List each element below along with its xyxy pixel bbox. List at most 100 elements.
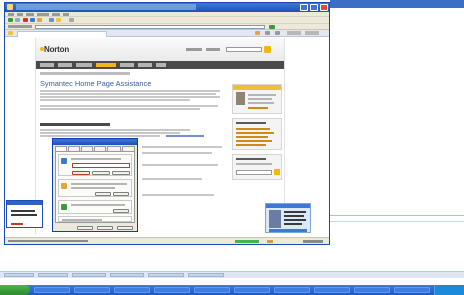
taskbar-item[interactable] bbox=[188, 273, 224, 277]
use-default-button[interactable] bbox=[92, 171, 110, 175]
star-icon[interactable] bbox=[56, 18, 61, 22]
task-button[interactable] bbox=[394, 287, 430, 293]
site-search-button[interactable] bbox=[264, 46, 271, 53]
print-icon[interactable] bbox=[69, 18, 74, 22]
related-link[interactable] bbox=[236, 140, 272, 142]
step-line bbox=[142, 178, 202, 180]
task-button[interactable] bbox=[274, 287, 310, 293]
site-nav bbox=[36, 61, 284, 69]
related-link[interactable] bbox=[236, 132, 274, 134]
minimize-button[interactable] bbox=[300, 4, 308, 11]
step-line bbox=[40, 129, 190, 131]
site-logo[interactable]: Norton bbox=[44, 45, 69, 54]
sidebar-search-input[interactable] bbox=[236, 170, 272, 175]
home-page-instructions bbox=[71, 158, 121, 160]
popup-titlebar[interactable] bbox=[7, 201, 42, 205]
start-button[interactable] bbox=[0, 285, 30, 295]
dialog-titlebar[interactable] bbox=[53, 139, 137, 145]
nav-item[interactable] bbox=[58, 63, 72, 67]
nav-item[interactable] bbox=[120, 63, 134, 67]
back-icon[interactable] bbox=[8, 18, 13, 22]
menu-item[interactable] bbox=[63, 13, 69, 16]
taskbar-item[interactable] bbox=[110, 273, 144, 277]
print-icon[interactable] bbox=[275, 31, 280, 35]
related-link[interactable] bbox=[236, 128, 270, 130]
use-current-button[interactable] bbox=[72, 171, 90, 175]
taskbar-item[interactable] bbox=[4, 273, 34, 277]
header-link[interactable] bbox=[206, 48, 220, 51]
home-icon[interactable] bbox=[37, 18, 42, 22]
go-arrow-icon[interactable] bbox=[269, 25, 275, 29]
search-icon bbox=[61, 204, 67, 210]
expert-text bbox=[248, 98, 272, 100]
task-button[interactable] bbox=[154, 287, 190, 293]
menu-item[interactable] bbox=[17, 13, 23, 16]
menu-item[interactable] bbox=[26, 13, 34, 16]
menu-item[interactable] bbox=[37, 13, 49, 16]
expert-box-heading bbox=[233, 85, 281, 90]
popup-link[interactable] bbox=[11, 223, 23, 225]
tools-menu[interactable] bbox=[305, 31, 319, 35]
home-page-field[interactable] bbox=[72, 163, 130, 168]
stop-icon[interactable] bbox=[23, 18, 28, 22]
search-icon[interactable] bbox=[49, 18, 54, 22]
step-line bbox=[142, 164, 218, 166]
search-settings-button[interactable] bbox=[113, 209, 129, 213]
site-search-input[interactable] bbox=[226, 47, 262, 52]
expert-text bbox=[248, 94, 276, 96]
header-link[interactable] bbox=[186, 48, 202, 51]
delete-button[interactable] bbox=[95, 192, 111, 196]
nav-item[interactable] bbox=[76, 63, 92, 67]
task-button[interactable] bbox=[354, 287, 390, 293]
browser-titlebar[interactable] bbox=[5, 3, 329, 12]
nav-item[interactable] bbox=[156, 63, 166, 67]
apply-button[interactable] bbox=[117, 226, 133, 230]
page-menu[interactable] bbox=[287, 31, 301, 35]
task-button[interactable] bbox=[114, 287, 150, 293]
close-button[interactable] bbox=[320, 4, 328, 11]
navigation-toolbar bbox=[5, 17, 329, 24]
forward-icon[interactable] bbox=[15, 18, 20, 22]
nav-item[interactable] bbox=[40, 63, 54, 67]
menu-item[interactable] bbox=[8, 13, 14, 16]
promo-link[interactable] bbox=[269, 229, 307, 232]
maximize-button[interactable] bbox=[310, 4, 318, 11]
nav-item[interactable] bbox=[138, 63, 152, 67]
use-blank-button[interactable] bbox=[112, 171, 130, 175]
taskbar-item[interactable] bbox=[38, 273, 68, 277]
background-window-titlebar[interactable] bbox=[330, 0, 464, 8]
task-button[interactable] bbox=[234, 287, 270, 293]
related-link[interactable] bbox=[236, 136, 268, 138]
related-link[interactable] bbox=[236, 144, 266, 146]
taskbar-item[interactable] bbox=[148, 273, 184, 277]
menu-item[interactable] bbox=[52, 13, 60, 16]
expert-link[interactable] bbox=[248, 107, 268, 109]
nav-item-active[interactable] bbox=[96, 63, 116, 67]
popup-window[interactable] bbox=[6, 200, 43, 228]
favorites-icon[interactable] bbox=[8, 31, 13, 35]
browser-window: Norton Symantec Home Page Assistance bbox=[4, 2, 330, 245]
taskbar bbox=[0, 285, 464, 295]
promo-image bbox=[269, 210, 281, 228]
system-tray[interactable] bbox=[434, 285, 464, 295]
refresh-icon[interactable] bbox=[30, 18, 35, 22]
zoom-level[interactable] bbox=[303, 240, 323, 243]
address-field[interactable] bbox=[35, 25, 265, 29]
feeds-icon[interactable] bbox=[265, 31, 270, 35]
task-button[interactable] bbox=[34, 287, 70, 293]
related-links-box bbox=[232, 118, 282, 150]
task-button[interactable] bbox=[194, 287, 230, 293]
cancel-button[interactable] bbox=[97, 226, 113, 230]
browser-tab[interactable] bbox=[17, 31, 107, 37]
home-icon[interactable] bbox=[255, 31, 260, 35]
paragraph-line bbox=[40, 96, 220, 98]
sidebar-search-button[interactable] bbox=[274, 169, 280, 175]
task-button[interactable] bbox=[314, 287, 350, 293]
settings-button[interactable] bbox=[113, 192, 129, 196]
promo-box[interactable] bbox=[265, 203, 311, 233]
task-button[interactable] bbox=[74, 287, 110, 293]
breadcrumb[interactable] bbox=[40, 72, 130, 75]
help-link[interactable] bbox=[166, 135, 204, 137]
ok-button[interactable] bbox=[77, 226, 93, 230]
taskbar-item[interactable] bbox=[72, 273, 106, 277]
